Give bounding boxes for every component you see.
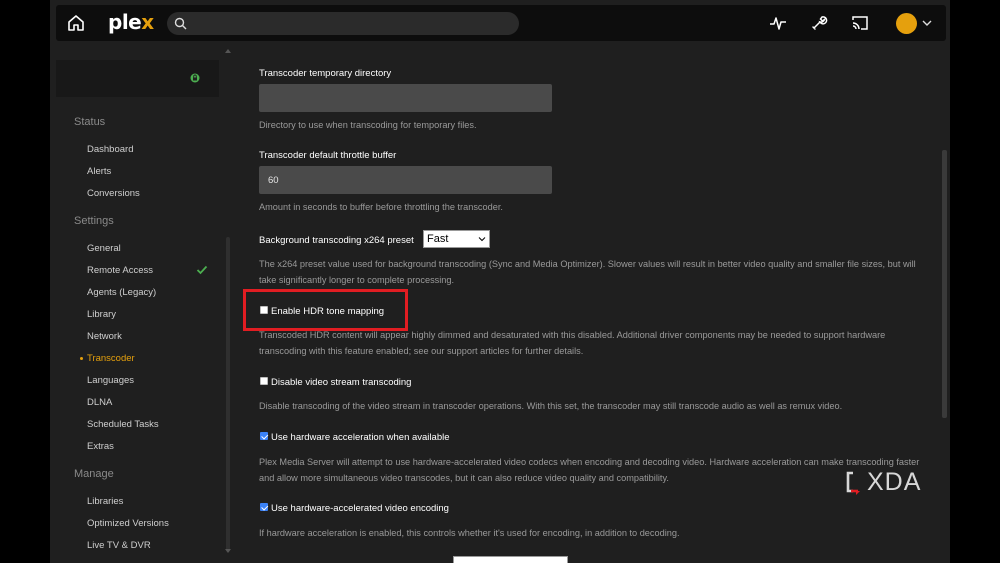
top-bar: plex (56, 5, 946, 41)
sidebar-item-conversions[interactable]: Conversions (87, 188, 140, 199)
hardware-encoding-checkbox[interactable] (260, 503, 268, 511)
x264-preset-label: Background transcoding x264 preset (259, 235, 414, 246)
disable-video-transcoding-help: Disable transcoding of the video stream … (259, 401, 843, 411)
sidebar-item-network[interactable]: Network (87, 331, 122, 342)
sidebar-item-optimized-versions[interactable]: Optimized Versions (87, 518, 169, 529)
cast-icon[interactable] (851, 14, 869, 32)
server-online-icon (190, 73, 200, 83)
sidebar-item-dashboard[interactable]: Dashboard (87, 144, 133, 155)
temp-dir-help: Directory to use when transcoding for te… (259, 120, 477, 130)
throttle-input[interactable] (259, 166, 552, 194)
active-indicator-dot (80, 357, 83, 360)
hdr-tone-mapping-help: Transcoded HDR content will appear highl… (259, 330, 886, 356)
sidebar-item-live-tv-dvr[interactable]: Live TV & DVR (87, 540, 151, 551)
chevron-down-icon (478, 237, 486, 242)
sidebar-item-transcoder[interactable]: Transcoder (87, 353, 135, 364)
sidebar-item-alerts[interactable]: Alerts (87, 166, 111, 177)
x264-preset-select[interactable]: Fast (423, 230, 490, 248)
sidebar-item-extras[interactable]: Extras (87, 441, 114, 452)
temp-dir-input[interactable] (259, 84, 552, 112)
throttle-help: Amount in seconds to buffer before throt… (259, 202, 503, 212)
partial-select[interactable] (453, 556, 568, 563)
sidebar-item-languages[interactable]: Languages (87, 375, 134, 386)
sidebar: Status Dashboard Alerts Conversions Sett… (56, 55, 224, 563)
hardware-encoding-help: If hardware acceleration is enabled, thi… (259, 528, 680, 538)
sidebar-item-library[interactable]: Library (87, 309, 116, 320)
disable-video-transcoding-checkbox[interactable] (260, 377, 268, 385)
server-selector[interactable] (56, 60, 219, 97)
hardware-encoding-label[interactable]: Use hardware-accelerated video encoding (271, 503, 449, 514)
sidebar-item-dlna[interactable]: DLNA (87, 397, 112, 408)
temp-dir-label: Transcoder temporary directory (259, 68, 392, 79)
hardware-acceleration-help: Plex Media Server will attempt to use ha… (259, 457, 920, 483)
sidebar-scroll-up[interactable] (225, 49, 231, 53)
section-manage-title: Manage (74, 468, 114, 480)
plex-logo[interactable]: plex (108, 10, 154, 34)
home-icon[interactable] (66, 13, 86, 33)
sidebar-item-general[interactable]: General (87, 243, 121, 254)
x264-preset-value: Fast (427, 233, 449, 245)
x264-preset-help: The x264 preset value used for backgroun… (259, 259, 916, 285)
sidebar-item-remote-access[interactable]: Remote Access (87, 265, 153, 276)
activity-icon[interactable] (769, 14, 787, 32)
sidebar-item-scheduled-tasks[interactable]: Scheduled Tasks (87, 419, 159, 430)
hardware-acceleration-checkbox[interactable] (260, 432, 268, 440)
sidebar-item-libraries[interactable]: Libraries (87, 496, 123, 507)
xda-logo-icon (846, 471, 860, 495)
throttle-label: Transcoder default throttle buffer (259, 150, 397, 161)
section-settings-title: Settings (74, 215, 114, 227)
settings-wrench-icon[interactable] (810, 14, 828, 32)
section-status-title: Status (74, 116, 106, 128)
sidebar-scroll-down[interactable] (225, 549, 231, 553)
main-scrollbar[interactable] (942, 150, 947, 418)
avatar[interactable] (896, 13, 917, 34)
disable-video-transcoding-label[interactable]: Disable video stream transcoding (271, 377, 411, 388)
search-input[interactable] (167, 12, 519, 35)
hardware-acceleration-label[interactable]: Use hardware acceleration when available (271, 432, 450, 443)
xda-watermark-text: XDA (867, 468, 922, 496)
check-icon (196, 265, 208, 275)
chevron-down-icon[interactable] (922, 18, 932, 28)
hdr-highlight-box (243, 289, 408, 331)
xda-watermark: XDA (845, 468, 940, 496)
sidebar-item-agents[interactable]: Agents (Legacy) (87, 287, 156, 298)
sidebar-scrollbar[interactable] (226, 237, 230, 552)
search-icon (174, 17, 187, 30)
